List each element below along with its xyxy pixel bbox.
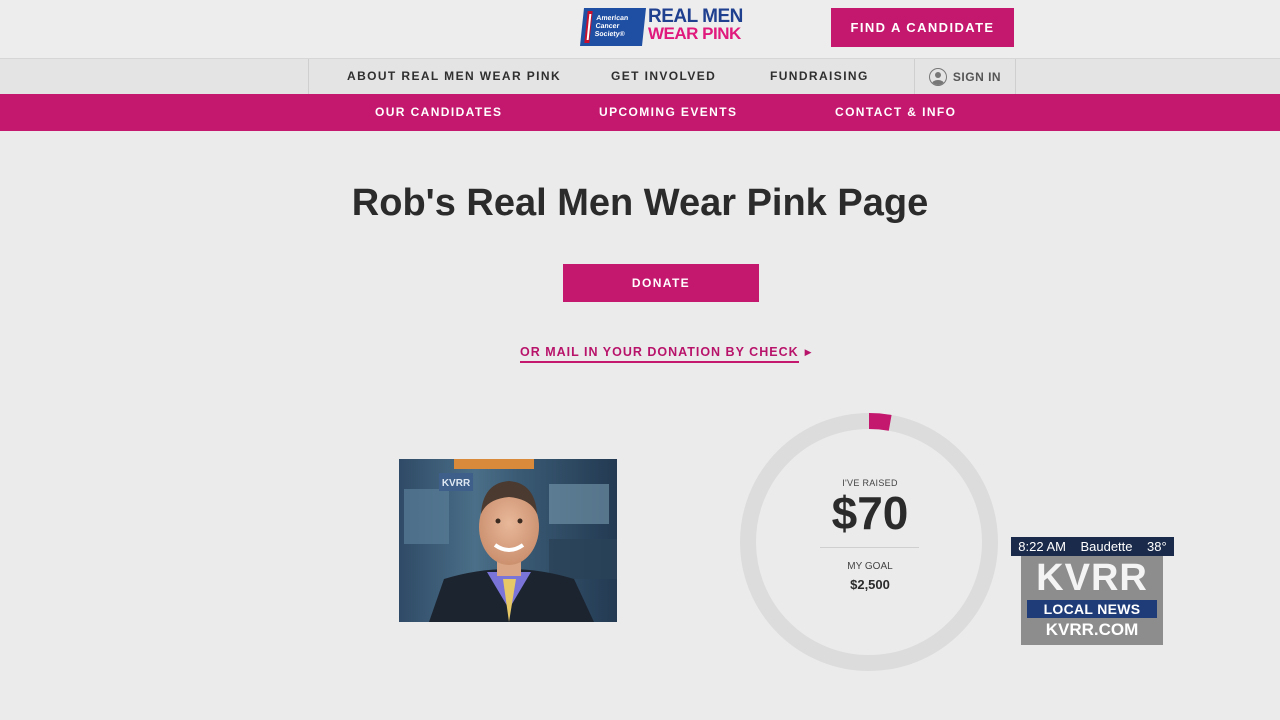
arrow-right-icon: ▶ xyxy=(804,347,812,357)
primary-nav: ABOUT REAL MEN WEAR PINK GET INVOLVED FU… xyxy=(0,59,1280,95)
page-title: Rob's Real Men Wear Pink Page xyxy=(351,182,929,224)
overlay-location: Baudette xyxy=(1080,539,1133,554)
rmwp-line2: WEAR PINK xyxy=(648,24,741,43)
raised-amount: $70 xyxy=(831,487,909,539)
overlay-temperature: 38° xyxy=(1147,539,1167,554)
site-header: American Cancer Society® REAL MEN WEAR P… xyxy=(0,0,1280,59)
station-website: KVRR.COM xyxy=(1045,620,1139,639)
acs-logo-text: American Cancer Society® xyxy=(594,15,629,38)
donate-button[interactable]: DONATE xyxy=(563,264,759,302)
goal-amount: $2,500 xyxy=(850,577,890,592)
find-candidate-button[interactable]: FIND A CANDIDATE xyxy=(831,8,1014,47)
nav-upcoming-events-link[interactable]: UPCOMING EVENTS xyxy=(599,94,737,131)
photo-wall-logo: KVRR xyxy=(442,478,471,489)
nav-fundraising-link[interactable]: FUNDRAISING xyxy=(770,59,869,94)
sign-in-button[interactable]: SIGN IN xyxy=(914,59,1015,94)
progress-ring-track xyxy=(740,413,998,671)
profile-photo-illustration: KVRR xyxy=(399,459,617,622)
sword-icon xyxy=(584,11,594,43)
rmwp-line1: REAL MEN xyxy=(648,6,743,27)
time-weather-bar: 8:22 AM Baudette 38° xyxy=(1011,537,1174,556)
station-call-letters: KVRR xyxy=(1036,557,1148,599)
nav-our-candidates-link[interactable]: OUR CANDIDATES xyxy=(375,94,502,131)
goal-label: MY GOAL xyxy=(847,561,893,572)
fundraising-progress-ring xyxy=(740,413,998,671)
sign-in-label: SIGN IN xyxy=(952,69,1002,84)
american-cancer-society-logo: American Cancer Society® xyxy=(580,8,646,46)
secondary-nav: OUR CANDIDATES UPCOMING EVENTS CONTACT &… xyxy=(0,94,1280,131)
nav-get-involved-link[interactable]: GET INVOLVED xyxy=(611,59,716,94)
nav-contact-info-link[interactable]: CONTACT & INFO xyxy=(835,94,956,131)
overlay-time: 8:22 AM xyxy=(1018,539,1066,554)
rmwp-wordmark: REAL MEN WEAR PINK xyxy=(648,6,744,46)
mail-donation-link[interactable]: OR MAIL IN YOUR DONATION BY CHECK ▶ xyxy=(520,344,812,364)
local-news-label: LOCAL NEWS xyxy=(1027,600,1157,618)
real-men-wear-pink-logo[interactable]: American Cancer Society® REAL MEN WEAR P… xyxy=(580,6,744,48)
profile-photo: KVRR xyxy=(399,459,617,622)
mail-donation-label: OR MAIL IN YOUR DONATION BY CHECK xyxy=(520,345,799,363)
station-logo: KVRR LOCAL NEWS KVRR.COM xyxy=(1021,556,1163,645)
goal-divider xyxy=(820,547,919,548)
tv-station-overlay: 8:22 AM Baudette 38° KVRR LOCAL NEWS KVR… xyxy=(1011,537,1174,645)
user-icon xyxy=(928,67,947,86)
nav-about-link[interactable]: ABOUT REAL MEN WEAR PINK xyxy=(347,59,561,94)
